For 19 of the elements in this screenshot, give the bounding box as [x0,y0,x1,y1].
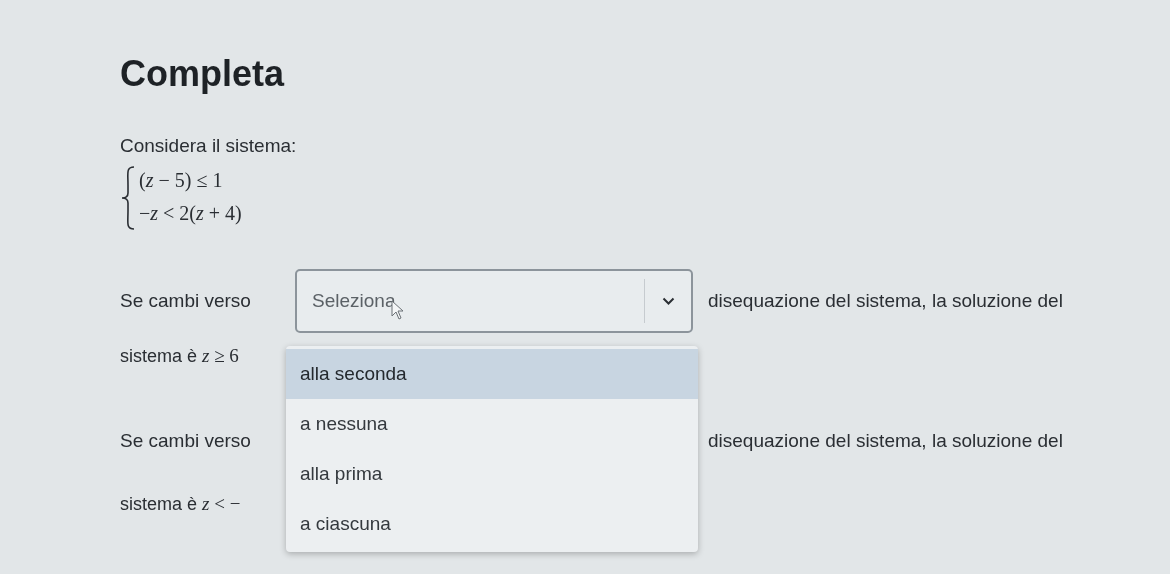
question-text: disequazione del sistema, la soluzione del [708,288,1063,313]
dropdown-option[interactable]: alla seconda [286,349,698,399]
dropdown-option[interactable]: a nessuna [286,399,698,449]
equation-text: −z < 2(z + 4) [139,201,242,226]
prompt-text: Considera il sistema: [120,134,298,158]
question-text: Se cambi verso [120,428,252,453]
question-text: sistema è [120,493,198,516]
math-text: z < − [202,492,241,516]
question-text: disequazione del sistema, la soluzione del [708,428,1063,453]
math-text: z ≥ 6 [202,344,239,368]
chevron-down-icon [661,297,675,305]
question-text: sistema è [120,345,198,368]
dropdown-option[interactable]: a ciascuna [286,499,698,549]
select-dropdown[interactable]: Seleziona [295,269,693,333]
equation-text: (z − 5) ≤ 1 [139,168,224,194]
brace-icon [120,165,136,231]
page-title: Completa [120,52,286,96]
question-text: Se cambi verso [120,288,252,313]
dropdown-option[interactable]: alla prima [286,449,698,499]
